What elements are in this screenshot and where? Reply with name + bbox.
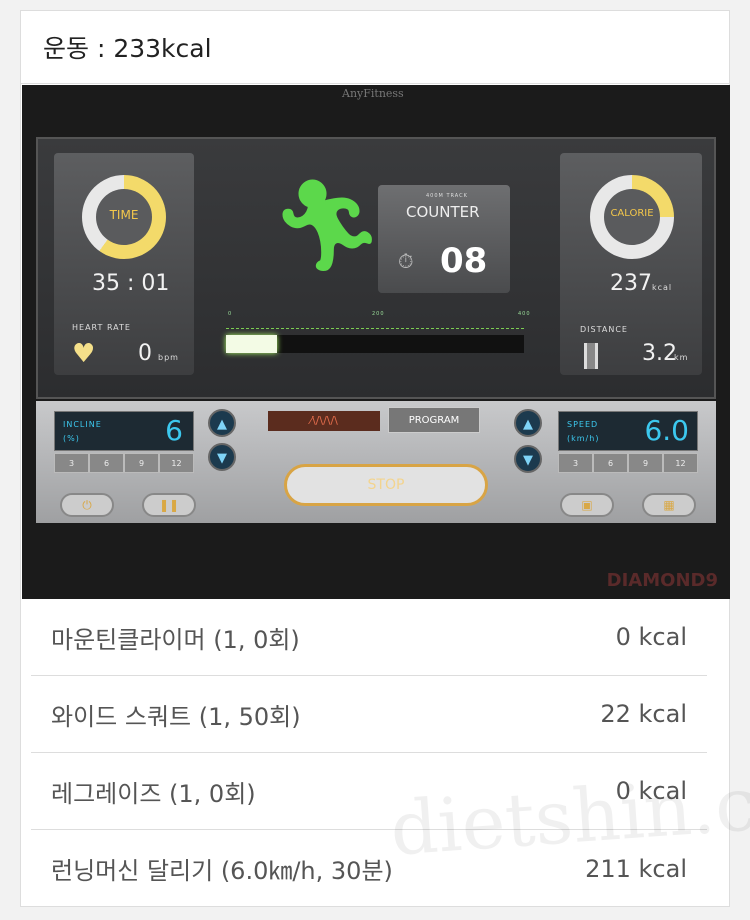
list-item: 와이드 스쿼트 (1, 50회) 22 kcal	[31, 676, 707, 753]
heart-rate-label: HEART RATE	[72, 323, 131, 332]
card-title: 운동 : 233kcal	[21, 11, 729, 84]
pause-button[interactable]: ❚❚	[142, 493, 196, 517]
exercise-name: 와이드 스쿼트 (1, 50회)	[51, 702, 301, 731]
calorie-unit: kcal	[652, 283, 673, 292]
program-wave-icon: ⁄\/\/\/\	[268, 411, 380, 431]
speed-preset[interactable]: 12	[663, 453, 698, 473]
program-button[interactable]: PROGRAM	[388, 407, 480, 433]
heart-icon: ♥	[72, 339, 96, 369]
incline-down-button[interactable]: ▼	[208, 443, 236, 471]
exercise-name: 레그레이즈 (1, 0회)	[51, 779, 256, 808]
counter-value: 08	[440, 241, 488, 281]
treadmill-photo: AnyFitness TIME 35 : 01 HEART RATE ♥ 0 b…	[22, 85, 730, 599]
counter-caption: 400M TRACK	[426, 193, 468, 199]
incline-preset[interactable]: 9	[124, 453, 159, 473]
incline-up-button[interactable]: ▲	[208, 409, 236, 437]
track-tick: 400	[518, 311, 531, 317]
incline-preset[interactable]: 3	[54, 453, 89, 473]
incline-value: 6	[165, 414, 183, 447]
stopwatch-icon: ⏱︎	[398, 249, 414, 273]
speed-preset[interactable]: 6	[593, 453, 628, 473]
stop-button[interactable]: STOP	[284, 464, 488, 506]
speed-display: SPEED (km/h) 6.0	[558, 411, 698, 451]
distance-value: 3.2	[642, 341, 677, 366]
exercise-name: 마운틴클라이머 (1, 0회)	[51, 625, 300, 654]
distance-unit: km	[674, 353, 689, 362]
fan-button[interactable]: ⏻	[60, 493, 114, 517]
incline-preset[interactable]: 6	[89, 453, 124, 473]
heart-rate-unit: bpm	[158, 353, 179, 362]
track-ruler	[226, 319, 524, 329]
speed-unit: (km/h)	[567, 434, 600, 443]
menu-button[interactable]: ▦	[642, 493, 696, 517]
list-item: 마운틴클라이머 (1, 0회) 0 kcal	[31, 599, 707, 676]
track-tick: 200	[372, 311, 385, 317]
track-tick: 0	[228, 311, 233, 317]
road-icon	[584, 343, 598, 369]
speed-down-button[interactable]: ▼	[514, 445, 542, 473]
speed-label: SPEED	[567, 420, 599, 429]
incline-display: INCLINE (%) 6	[54, 411, 194, 451]
time-label: TIME	[109, 208, 139, 222]
calorie-panel: CALORIE 237 kcal DISTANCE 3.2 km	[560, 153, 702, 375]
counter-label: COUNTER	[406, 203, 480, 221]
exercise-kcal: 211 kcal	[585, 854, 687, 883]
exercise-kcal: 22 kcal	[600, 700, 687, 728]
model-logo: DIAMOND9	[606, 570, 718, 591]
speed-presets: 3 6 9 12	[558, 453, 698, 473]
time-value: 35 : 01	[92, 271, 170, 296]
incline-preset[interactable]: 12	[159, 453, 194, 473]
control-panel: INCLINE (%) 6 3 6 9 12 ▲ ▼ ⁄\/\/\/\ PROG…	[36, 401, 716, 523]
calorie-value: 237	[610, 271, 652, 296]
incline-label: INCLINE	[63, 420, 102, 429]
speed-up-button[interactable]: ▲	[514, 409, 542, 437]
speed-preset[interactable]: 9	[628, 453, 663, 473]
counter-panel: 400M TRACK COUNTER ⏱︎ 08	[378, 185, 510, 293]
time-panel: TIME 35 : 01 HEART RATE ♥ 0 bpm	[54, 153, 194, 375]
speed-value: 6.0	[644, 414, 689, 447]
incline-presets: 3 6 9 12	[54, 453, 194, 473]
exercise-list: 마운틴클라이머 (1, 0회) 0 kcal 와이드 스쿼트 (1, 50회) 22…	[21, 599, 729, 907]
exercise-kcal: 0 kcal	[615, 623, 687, 651]
view-button[interactable]: ▣	[560, 493, 614, 517]
runner-icon: 🏃︎	[270, 173, 385, 278]
treadmill-screen: TIME 35 : 01 HEART RATE ♥ 0 bpm 🏃︎ 400M …	[36, 137, 716, 399]
speed-preset[interactable]: 3	[558, 453, 593, 473]
heart-rate-value: 0	[138, 341, 152, 366]
incline-unit: (%)	[63, 434, 80, 443]
exercise-name: 런닝머신 달리기 (6.0㎞/h, 30분)	[51, 857, 393, 885]
distance-label: DISTANCE	[580, 325, 628, 334]
brand-logo: AnyFitness	[342, 87, 404, 100]
calorie-label: CALORIE	[610, 208, 654, 219]
track-progress-bar	[226, 335, 524, 353]
